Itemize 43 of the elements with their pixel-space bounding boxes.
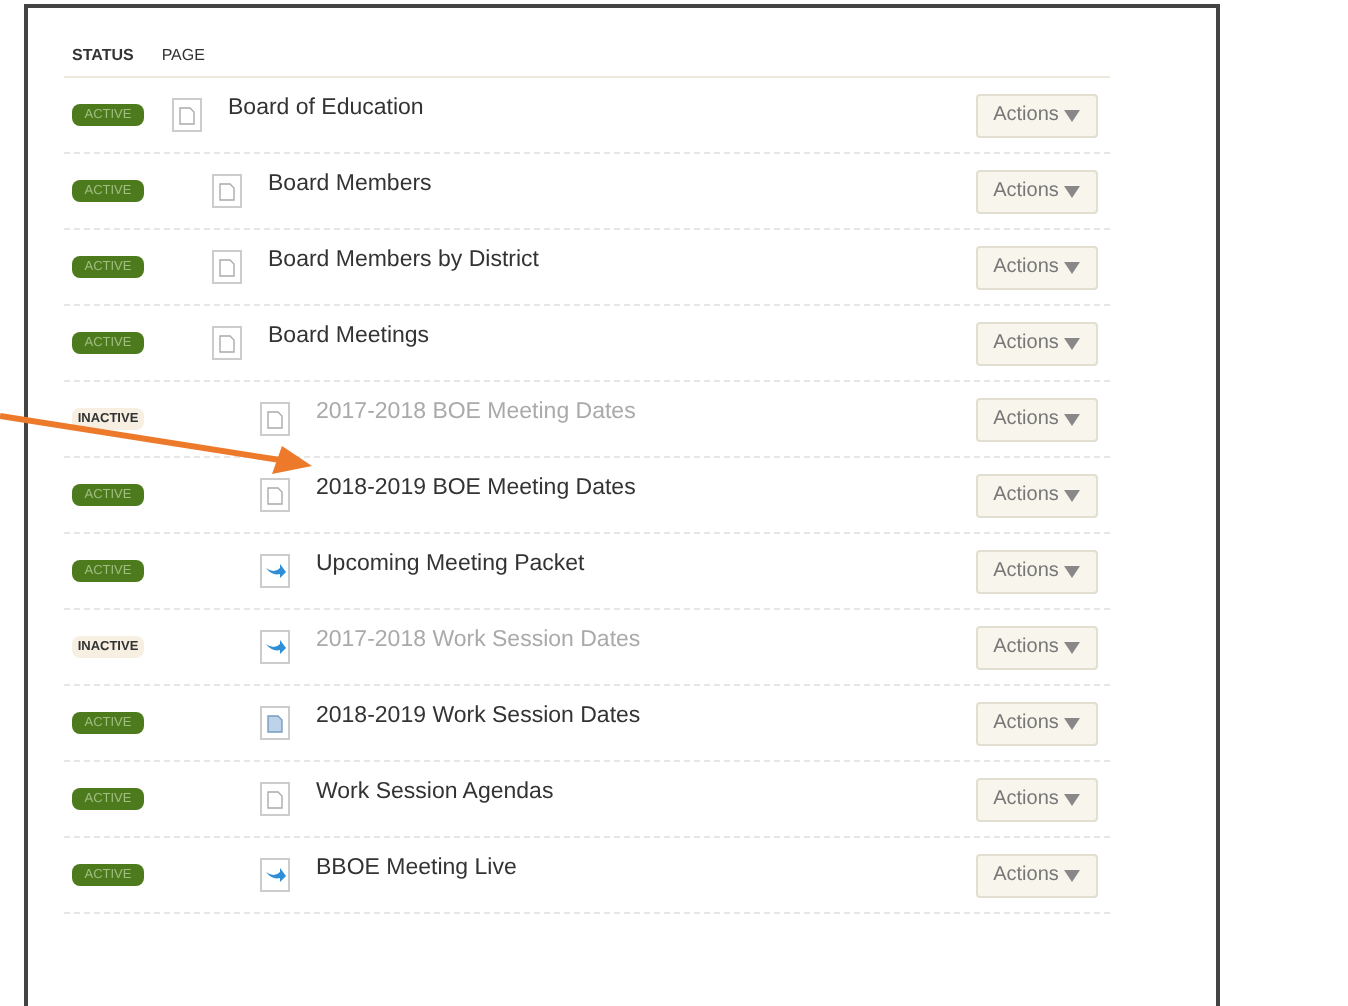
column-header: STATUS <box>72 45 134 63</box>
page-title[interactable]: 2018-2019 Work Session Dates <box>316 703 976 727</box>
actions-button[interactable]: Actions <box>976 853 1098 897</box>
page-icon <box>260 782 290 816</box>
actions-button[interactable]: Actions <box>976 701 1098 745</box>
page-icon <box>212 326 242 360</box>
page-title[interactable]: Board Members by District <box>268 247 976 271</box>
actions-button[interactable]: Actions <box>976 245 1098 289</box>
actions-button[interactable]: Actions <box>976 93 1098 137</box>
caret-icon <box>1064 565 1081 577</box>
page-title[interactable]: 2017-2018 BOE Meeting Dates <box>316 399 976 423</box>
page-icon <box>212 174 242 208</box>
column-header: PAGE <box>161 45 205 63</box>
page-icon <box>172 98 202 132</box>
actions-button[interactable]: Actions <box>976 321 1098 365</box>
page-title[interactable]: Board of Education <box>228 95 976 119</box>
page-title[interactable]: Work Session Agendas <box>316 779 976 803</box>
actions-button[interactable]: Actions <box>976 777 1098 821</box>
page-title[interactable]: 2018-2019 BOE Meeting Dates <box>316 475 976 499</box>
document-icon <box>260 706 290 740</box>
page-icon <box>212 250 242 284</box>
page-icon <box>260 478 290 512</box>
caret-icon <box>1064 109 1081 121</box>
caret-icon <box>1064 793 1081 805</box>
page-title[interactable]: Upcoming Meeting Packet <box>316 551 976 575</box>
actions-button[interactable]: Actions <box>976 625 1098 669</box>
caret-icon <box>1064 641 1081 653</box>
caret-icon <box>1064 869 1081 881</box>
caret-icon <box>1064 413 1081 425</box>
page-icon <box>260 402 290 436</box>
caret-icon <box>1064 185 1081 197</box>
caret-icon <box>1064 261 1081 273</box>
page-title[interactable]: Board Meetings <box>268 323 976 347</box>
actions-button[interactable]: Actions <box>976 473 1098 517</box>
page-title[interactable]: BBOE Meeting Live <box>316 855 976 879</box>
page-title[interactable]: 2017-2018 Work Session Dates <box>316 627 976 651</box>
actions-button[interactable]: Actions <box>976 549 1098 593</box>
caret-icon <box>1064 717 1081 729</box>
caret-icon <box>1064 489 1081 501</box>
actions-button[interactable]: Actions <box>976 397 1098 441</box>
page-title[interactable]: Board Members <box>268 171 976 195</box>
actions-button[interactable]: Actions <box>976 169 1098 213</box>
caret-icon <box>1064 337 1081 349</box>
